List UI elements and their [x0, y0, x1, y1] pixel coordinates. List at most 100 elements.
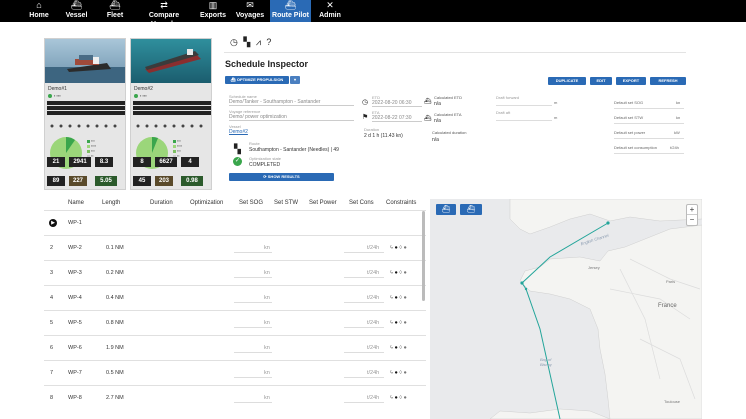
map-icon[interactable]: ▚	[243, 37, 250, 47]
zoom-out-button[interactable]: −	[687, 215, 697, 225]
vessel-link[interactable]: Demo#2	[229, 129, 248, 135]
calc-etd-value: n/a	[434, 101, 441, 107]
schedule-name-field[interactable]: Demo/Tanker - Southampton - Santander	[229, 99, 354, 106]
vessel-timeline	[133, 101, 211, 123]
set-cons-input[interactable]	[344, 277, 384, 278]
nav-voyages[interactable]: ✉ Voyages	[234, 0, 266, 22]
zoom-control: + −	[686, 204, 698, 226]
wp-name: WP-7	[68, 370, 82, 376]
vessel-pie-legend: ▪▪▪ ▪▪▪▪ ▪▪▪ ▪▪	[87, 139, 96, 159]
optimize-propulsion-button[interactable]: ⛴ OPTIMIZE PROPULSION	[225, 76, 289, 84]
set-cons-input[interactable]	[344, 352, 384, 353]
route-icon[interactable]: ⩘	[256, 37, 261, 47]
show-results-button[interactable]: ⟳ SHOW RESULTS	[229, 173, 334, 181]
table-row[interactable]: 3 WP-3 0.2 NM kn t/24h ϟ ● ◊ ●	[44, 260, 426, 285]
table-row[interactable]: ▶ WP-1	[44, 210, 426, 235]
cons-unit: t/24h	[367, 320, 380, 326]
nav-vessel[interactable]: ⛴ Vessel	[64, 0, 89, 22]
calc-duration-label: Calculated duration	[432, 130, 467, 135]
default-stw-field[interactable]	[614, 123, 684, 124]
set-sog-input[interactable]	[234, 277, 272, 278]
col-duration: Duration	[150, 200, 173, 206]
nav-admin[interactable]: ✕ Admin	[318, 0, 342, 22]
vessel-card-2[interactable]: Demo#2 ▪ ▪▪▪ ▪▪▪ ▪▪▪▪ ▪▪▪ ▪▪ 8 6627 4 45…	[130, 38, 212, 190]
eta-field[interactable]: 2022-08-22 07:30	[372, 115, 422, 122]
voyage-ref-field[interactable]: Demo/ power optimization	[229, 114, 354, 121]
set-cons-input[interactable]	[344, 327, 384, 328]
table-row[interactable]: 6 WP-6 1.9 NM kn t/24h ϟ ● ◊ ●	[44, 335, 426, 360]
default-sog-field[interactable]	[614, 108, 684, 109]
draft-forward-field[interactable]	[496, 105, 552, 106]
wp-length: 0.4 NM	[106, 295, 124, 301]
set-sog-input[interactable]	[234, 327, 272, 328]
duplicate-button[interactable]: DUPLICATE	[548, 77, 586, 85]
route-map[interactable]: France Bay of Biscay English Channel Par…	[430, 199, 702, 419]
table-row[interactable]: 5 WP-5 0.8 NM kn t/24h ϟ ● ◊ ●	[44, 310, 426, 335]
default-power-label: Default set power	[614, 130, 646, 135]
duration-value: 2 d 1 h (11.43 kn)	[364, 133, 403, 139]
table-scrollbar[interactable]	[422, 211, 425, 301]
col-set-power: Set Power	[309, 200, 337, 206]
refresh-label: REFRESH	[658, 78, 678, 83]
nav-compare-vessels[interactable]: ⇄ Compare Vessels	[136, 0, 192, 28]
default-consumption-field[interactable]	[614, 153, 684, 154]
set-cons-input[interactable]	[344, 252, 384, 253]
set-sog-input[interactable]	[234, 252, 272, 253]
refresh-button[interactable]: REFRESH	[650, 77, 686, 85]
set-cons-input[interactable]	[344, 302, 384, 303]
constraint-icons[interactable]: ϟ ● ◊ ●	[390, 395, 407, 401]
col-name: Name	[68, 200, 85, 206]
default-sog-unit: kn	[676, 100, 681, 105]
constraint-icons[interactable]: ϟ ● ◊ ●	[390, 295, 407, 301]
clock-icon[interactable]: ◷	[230, 37, 238, 47]
constraint-icons[interactable]: ϟ ● ◊ ●	[390, 245, 407, 251]
draft-aft-field[interactable]	[496, 120, 552, 121]
nav-exports[interactable]: ▥ Exports	[199, 0, 227, 22]
etd-field[interactable]: 2022-08-20 06:30	[372, 100, 422, 107]
nav-fleet[interactable]: ⛴ Fleet	[104, 0, 126, 22]
map-ship-button[interactable]: ⛴	[436, 204, 456, 215]
map-ship-list-button[interactable]: ⛴	[460, 204, 482, 215]
edit-button[interactable]: EDIT	[590, 77, 612, 85]
ship-icon: ⛴	[441, 206, 451, 213]
export-button[interactable]: EXPORT	[616, 77, 646, 85]
col-set-stw: Set STW	[274, 200, 299, 206]
vessel-card-1[interactable]: Demo#1 ▪ ▪▪▪ ▪▪▪ ▪▪▪▪ ▪▪▪ ▪▪ 21 2941 8.3…	[44, 38, 126, 190]
set-sog-input[interactable]	[234, 402, 272, 403]
col-set-cons: Set Cons	[349, 200, 374, 206]
help-icon[interactable]: ?	[266, 37, 271, 47]
set-cons-input[interactable]	[344, 377, 384, 378]
constraint-icons[interactable]: ϟ ● ◊ ●	[390, 270, 407, 276]
optimize-dropdown-button[interactable]: ▾	[290, 76, 300, 84]
map-canvas	[430, 199, 702, 419]
calc-etd-label: Calculated ETD	[434, 95, 463, 100]
sog-unit: kn	[264, 295, 270, 301]
zoom-in-button[interactable]: +	[687, 205, 697, 215]
nav-fleet-label: Fleet	[106, 12, 124, 19]
nav-voyages-label: Voyages	[235, 12, 265, 19]
nav-route-pilot[interactable]: ⛴ Route Pilot	[270, 0, 311, 22]
constraint-icons[interactable]: ϟ ● ◊ ●	[390, 370, 407, 376]
wp-length: 0.2 NM	[106, 270, 124, 276]
constraint-icons[interactable]: ϟ ● ◊ ●	[390, 320, 407, 326]
set-cons-input[interactable]	[344, 402, 384, 403]
play-icon[interactable]: ▶	[49, 219, 57, 227]
table-row[interactable]: 8 WP-8 2.7 NM kn t/24h ϟ ● ◊ ●	[44, 385, 426, 410]
default-power-field[interactable]	[614, 138, 684, 139]
table-row[interactable]: 2 WP-2 0.1 NM kn t/24h ϟ ● ◊ ●	[44, 235, 426, 260]
constraint-icons[interactable]: ϟ ● ◊ ●	[390, 345, 407, 351]
wp-name: WP-2	[68, 245, 82, 251]
set-sog-input[interactable]	[234, 302, 272, 303]
set-sog-input[interactable]	[234, 352, 272, 353]
table-row[interactable]: 4 WP-4 0.4 NM kn t/24h ϟ ● ◊ ●	[44, 285, 426, 310]
vessel-kpi: 6627	[155, 157, 177, 167]
set-sog-input[interactable]	[234, 377, 272, 378]
calc-eta-value: n/a	[434, 118, 441, 124]
calc-eta-label: Calculated ETA	[434, 112, 462, 117]
chevron-down-icon: ▾	[293, 77, 296, 82]
nav-home[interactable]: ⌂ Home	[28, 0, 50, 22]
default-power-unit: kW	[674, 130, 680, 135]
compare-icon: ⇄	[160, 0, 168, 10]
nav-route-pilot-label: Route Pilot	[272, 12, 309, 19]
table-row[interactable]: 7 WP-7 0.5 NM kn t/24h ϟ ● ◊ ●	[44, 360, 426, 385]
